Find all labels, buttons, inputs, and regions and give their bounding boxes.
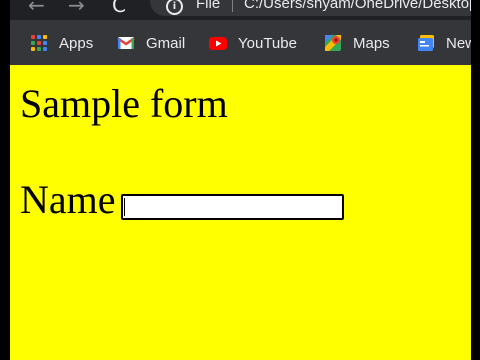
back-button[interactable]: ← (28, 0, 45, 17)
address-bar[interactable]: i File C:/Users/shyam/OneDrive/Desktop/s… (150, 0, 471, 16)
page-content: Sample form Name (10, 65, 471, 360)
bookmark-label: News (446, 34, 471, 52)
text-caret (124, 198, 125, 216)
bookmark-maps[interactable]: Maps (323, 33, 390, 53)
bookmark-gmail[interactable]: Gmail (116, 33, 185, 53)
reload-button[interactable]: C (112, 0, 126, 17)
bookmarks-bar: Apps Gmail YouTube Maps New (10, 20, 471, 65)
bookmark-label: Apps (59, 34, 94, 52)
address-url[interactable]: C:/Users/shyam/OneDrive/Desktop/sample.h… (244, 0, 471, 12)
bookmark-label: YouTube (238, 34, 297, 52)
page-heading: Sample form (20, 81, 228, 126)
bookmark-label: Maps (353, 34, 390, 52)
window-frame-left (0, 0, 10, 360)
forward-button[interactable]: → (68, 0, 85, 17)
info-icon[interactable]: i (166, 0, 183, 15)
maps-icon (323, 33, 343, 53)
address-scheme: File (196, 0, 221, 12)
bookmark-label: Gmail (146, 34, 186, 52)
apps-grid-icon (29, 33, 49, 53)
window-frame-right (471, 0, 480, 360)
bookmark-youtube[interactable]: YouTube (208, 33, 297, 53)
browser-toolbar: ← → C i File C:/Users/shyam/OneDrive/Des… (10, 0, 471, 20)
gmail-icon (116, 33, 136, 53)
name-label: Name (20, 177, 116, 222)
bookmark-news[interactable]: News (416, 33, 471, 53)
address-separator (232, 0, 233, 12)
news-icon (416, 33, 436, 53)
bookmark-apps[interactable]: Apps (29, 33, 93, 53)
youtube-icon (208, 33, 228, 53)
name-input[interactable] (121, 194, 344, 220)
